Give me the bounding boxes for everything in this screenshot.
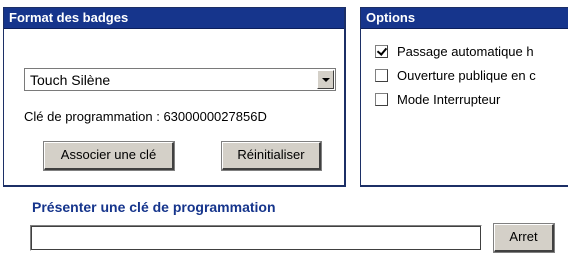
associate-key-button[interactable]: Associer une clé bbox=[43, 141, 175, 171]
present-key-title: Présenter une clé de programmation bbox=[32, 199, 276, 215]
option-label: Passage automatique h bbox=[397, 44, 534, 59]
badge-format-panel: Format des badges Touch Silène Clé de pr… bbox=[3, 7, 346, 187]
public-opening-checkbox[interactable] bbox=[375, 69, 388, 82]
badge-format-select[interactable]: Touch Silène bbox=[24, 68, 336, 91]
stop-button[interactable]: Arret bbox=[493, 223, 555, 253]
programming-key-text: Clé de programmation : 6300000027856D bbox=[24, 109, 267, 124]
option-label: Ouverture publique en c bbox=[397, 68, 536, 83]
option-label: Mode Interrupteur bbox=[397, 92, 501, 107]
programming-key-input[interactable] bbox=[30, 225, 482, 251]
switch-mode-checkbox[interactable] bbox=[375, 93, 388, 106]
options-panel: Options Passage automatique h Ouverture … bbox=[360, 7, 568, 187]
auto-passage-checkbox[interactable] bbox=[375, 45, 388, 58]
chevron-down-icon[interactable] bbox=[317, 70, 334, 89]
badge-format-title: Format des badges bbox=[4, 8, 344, 29]
badge-format-select-value: Touch Silène bbox=[30, 72, 111, 88]
options-title: Options bbox=[361, 8, 568, 29]
reset-button[interactable]: Réinitialiser bbox=[221, 141, 322, 171]
